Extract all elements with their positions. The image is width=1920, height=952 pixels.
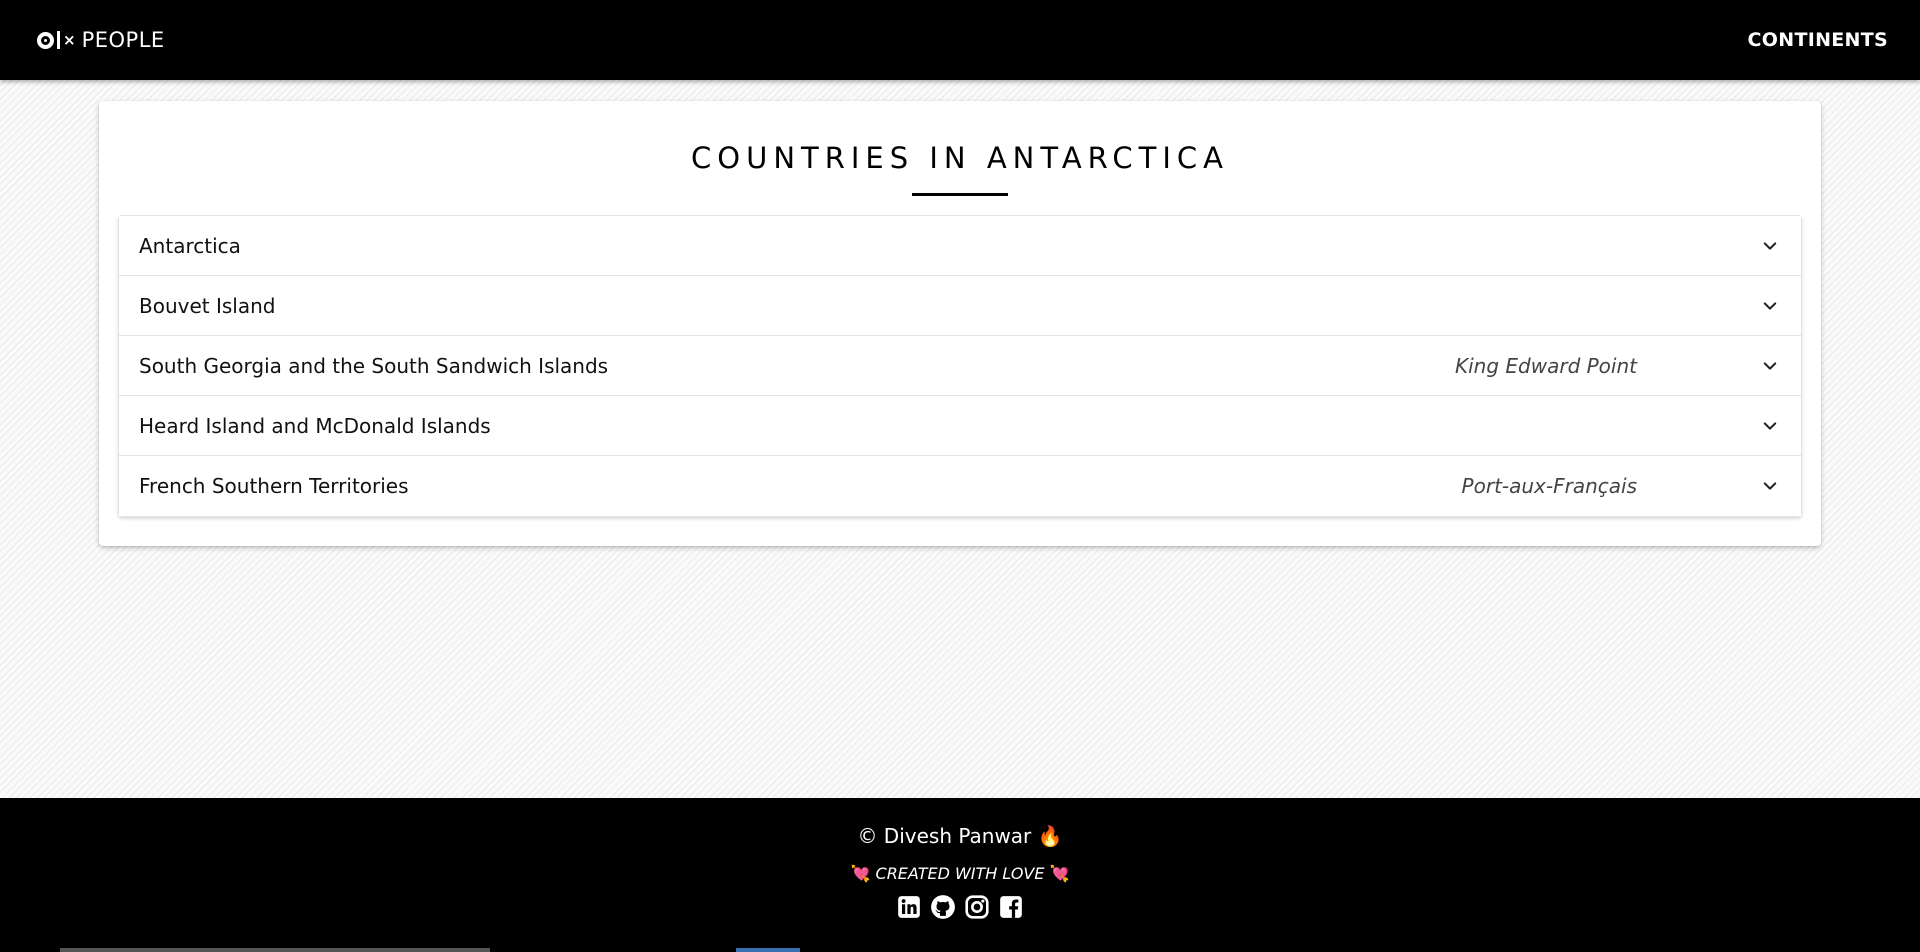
facebook-icon[interactable] bbox=[998, 894, 1024, 920]
country-row-south-georgia[interactable]: South Georgia and the South Sandwich Isl… bbox=[119, 336, 1801, 396]
country-capital: Port-aux-Français bbox=[1461, 474, 1637, 498]
country-name: South Georgia and the South Sandwich Isl… bbox=[139, 353, 609, 378]
chevron-down-icon[interactable] bbox=[1758, 294, 1782, 318]
instagram-icon[interactable] bbox=[964, 894, 990, 920]
country-name: Antarctica bbox=[139, 233, 241, 258]
nav-continents-link[interactable]: CONTINENTS bbox=[1748, 29, 1888, 51]
olx-logo-icon: × bbox=[37, 31, 76, 49]
created-with-love-text: CREATED WITH LOVE bbox=[875, 864, 1045, 883]
country-row-french-southern-territories[interactable]: French Southern Territories Port-aux-Fra… bbox=[119, 456, 1801, 516]
chevron-down-icon[interactable] bbox=[1758, 234, 1782, 258]
heart-icon: 💘 bbox=[850, 864, 871, 883]
footer-copyright: © Divesh Panwar 🔥 bbox=[0, 824, 1920, 848]
social-links bbox=[0, 894, 1920, 920]
scrollbar-thumb[interactable] bbox=[736, 948, 800, 952]
footer-created-with-love: 💘 CREATED WITH LOVE 💘 bbox=[0, 864, 1920, 883]
chevron-down-icon[interactable] bbox=[1758, 414, 1782, 438]
countries-card: COUNTRIES IN ANTARCTICA Antarctica Bouve… bbox=[99, 101, 1821, 546]
country-capital: King Edward Point bbox=[1455, 353, 1637, 378]
brand-text: PEOPLE bbox=[81, 28, 165, 52]
copyright-text: © Divesh Panwar bbox=[857, 824, 1032, 848]
chevron-down-icon[interactable] bbox=[1758, 474, 1782, 498]
top-navbar: × PEOPLE CONTINENTS bbox=[0, 0, 1920, 80]
page-title: COUNTRIES IN ANTARCTICA bbox=[691, 141, 1229, 175]
chevron-down-icon[interactable] bbox=[1758, 354, 1782, 378]
country-row-heard-island[interactable]: Heard Island and McDonald Islands bbox=[119, 396, 1801, 456]
brand-logo-link[interactable]: × PEOPLE bbox=[37, 28, 165, 52]
country-row-bouvet-island[interactable]: Bouvet Island bbox=[119, 276, 1801, 336]
linkedin-icon[interactable] bbox=[896, 894, 922, 920]
heart-icon: 💘 bbox=[1049, 864, 1070, 883]
countries-accordion: Antarctica Bouvet Island South Georgia a… bbox=[118, 215, 1802, 517]
country-name: Bouvet Island bbox=[139, 293, 276, 318]
github-icon[interactable] bbox=[930, 894, 956, 920]
country-name: French Southern Territories bbox=[139, 474, 409, 498]
title-underline bbox=[912, 193, 1008, 196]
fire-icon: 🔥 bbox=[1037, 824, 1063, 848]
scrollbar-track bbox=[60, 948, 490, 952]
country-name: Heard Island and McDonald Islands bbox=[139, 413, 491, 438]
country-row-antarctica[interactable]: Antarctica bbox=[119, 216, 1801, 276]
site-footer: © Divesh Panwar 🔥 💘 CREATED WITH LOVE 💘 bbox=[0, 798, 1920, 952]
